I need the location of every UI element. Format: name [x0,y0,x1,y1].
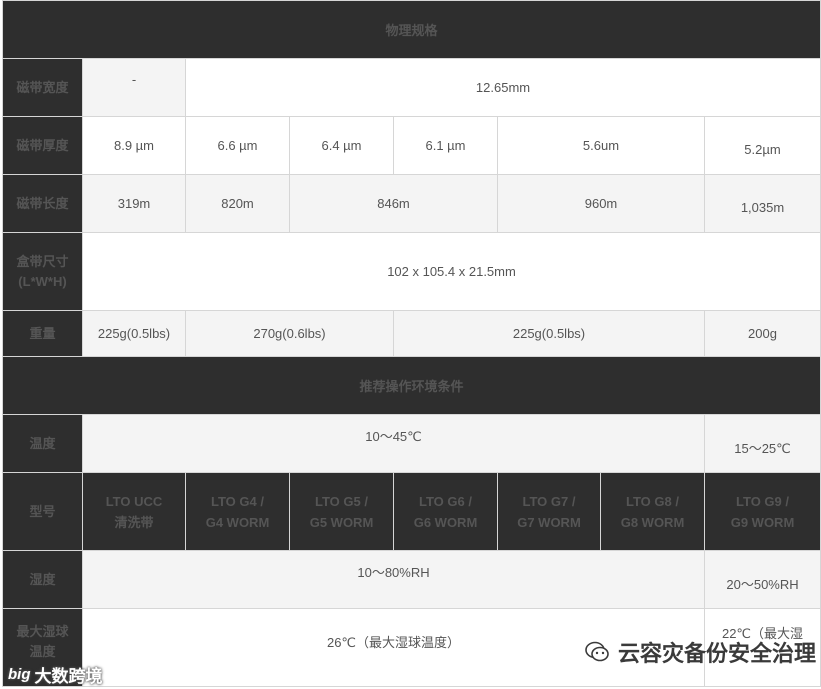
row-weight: 重量 225g(0.5lbs) 270g(0.6lbs) 225g(0.5lbs… [2,310,821,357]
cell-length-ucc: 319m [82,174,186,233]
cell-thickness-g4: 6.6 µm [185,116,290,175]
value: 10～45℃ [365,429,422,444]
label-tape-length: 磁带长度 [2,174,83,233]
row-model: 型号 LTO UCC 清洗带 LTO G4 / G4 WORM LTO G5 / G5… [2,472,821,551]
line1: LTO G7 / [522,493,576,509]
line2: G4 WORM [205,514,270,530]
row-tape-length: 磁带长度 319m 820m 846m 960m 1,035m [2,174,821,233]
line1: LTO G9 / [736,493,789,509]
row-humidity: 湿度 10～80%RH 20～50%RH [2,550,821,609]
wechat-icon [585,641,609,662]
label-cartridge-size: 盒带尺寸 (L*W*H) [2,232,83,311]
line1: LTO UCC [105,493,163,509]
value: 20～50%RH [726,577,799,592]
model-g8: LTO G8 / G8 WORM [600,472,705,551]
cell-thickness-ucc: 8.9 µm [82,116,186,175]
line1: LTO G4 / [211,493,264,509]
cell-temperature-g9: 15～25℃ [703,414,821,473]
cell-weight-g4-g5: 270g(0.6lbs) [185,310,394,357]
cell-thickness-g5: 6.4 µm [289,116,394,175]
watermark-left-text: 大数跨境 [34,667,103,686]
value: 5.2µm [744,142,781,157]
section-title-environment: 推荐操作环境条件 [1,356,821,415]
line2: G6 WORM [413,514,478,530]
value: 1,035m [740,200,785,215]
cell-weight-g6-g8: 225g(0.5lbs) [393,310,705,357]
cell-length-g7-g8: 960m [497,174,705,233]
label-line2: 温度 [29,643,56,659]
label-line1: 最大湿球 [16,623,69,639]
cell-length-g5-g6: 846m [289,174,498,233]
value: 10～80%RH [357,565,430,580]
cell-weight-ucc: 225g(0.5lbs) [82,310,186,357]
line2: G5 WORM [309,514,374,530]
watermark-wechat: 云容灾备份安全治理 [584,636,816,668]
cell-thickness-g9: 5.2µm [703,116,821,175]
line2: G8 WORM [620,514,685,530]
row-tape-width: 磁带宽度 - 12.65mm [2,58,821,117]
spec-table: 物理规格 磁带宽度 - 12.65mm 磁带厚度 8.9 µm 6.6 µm 6… [1,0,821,687]
model-g6: LTO G6 / G6 WORM [393,472,498,551]
model-ucc: LTO UCC 清洗带 [82,472,186,551]
cell-thickness-g7-g8: 5.6um [497,116,705,175]
label-line1: 盒带尺寸 [16,253,69,269]
label-model: 型号 [2,472,83,551]
cell-humidity-g4-g8: 10～80%RH [82,550,705,609]
value: - [131,72,137,87]
model-g9: LTO G9 / G9 WORM [703,472,821,551]
row-tape-thickness: 磁带厚度 8.9 µm 6.6 µm 6.4 µm 6.1 µm 5.6um 5… [2,116,821,175]
watermark-text: 云容灾备份安全治理 [618,641,817,666]
line1: LTO G5 / [315,493,368,509]
cell-weight-g9: 200g [703,310,821,357]
section-environment-row: 推荐操作环境条件 [1,356,821,415]
label-tape-width: 磁带宽度 [2,58,83,117]
watermark-logo: big 大数跨境 [8,662,103,687]
section-physical-row: 物理规格 [1,0,821,59]
section-title-physical: 物理规格 [1,0,821,59]
cell-thickness-g6: 6.1 µm [393,116,498,175]
label-tape-thickness: 磁带厚度 [2,116,83,175]
label-temperature: 温度 [2,414,83,473]
row-cartridge-size: 盒带尺寸 (L*W*H) 102 x 105.4 x 21.5mm [2,232,821,311]
cell-cartridge-size: 102 x 105.4 x 21.5mm [81,232,821,311]
line2: G9 WORM [730,514,795,530]
cell-tape-width-all: 12.65mm [184,58,821,117]
line2: 清洗带 [114,514,154,530]
cell-tape-width-ucc: - [82,58,186,117]
cell-length-g4: 820m [185,174,290,233]
value: 15～25℃ [734,441,791,456]
model-g5: LTO G5 / G5 WORM [289,472,394,551]
line2: G7 WORM [517,514,581,530]
logo-icon: big [8,666,31,683]
cell-humidity-g9: 20～50%RH [703,550,821,609]
cell-temperature-g4-g8: 10～45℃ [82,414,705,473]
line1: LTO G6 / [419,493,472,509]
model-g4: LTO G4 / G4 WORM [185,472,290,551]
label-weight: 重量 [2,310,83,357]
line1: LTO G8 / [626,493,679,509]
label-line2: (L*W*H) [18,273,67,289]
label-humidity: 湿度 [2,550,83,609]
row-temperature: 温度 10～45℃ 15～25℃ [2,414,821,473]
model-g7: LTO G7 / G7 WORM [497,472,601,551]
cell-length-g9: 1,035m [703,174,821,233]
